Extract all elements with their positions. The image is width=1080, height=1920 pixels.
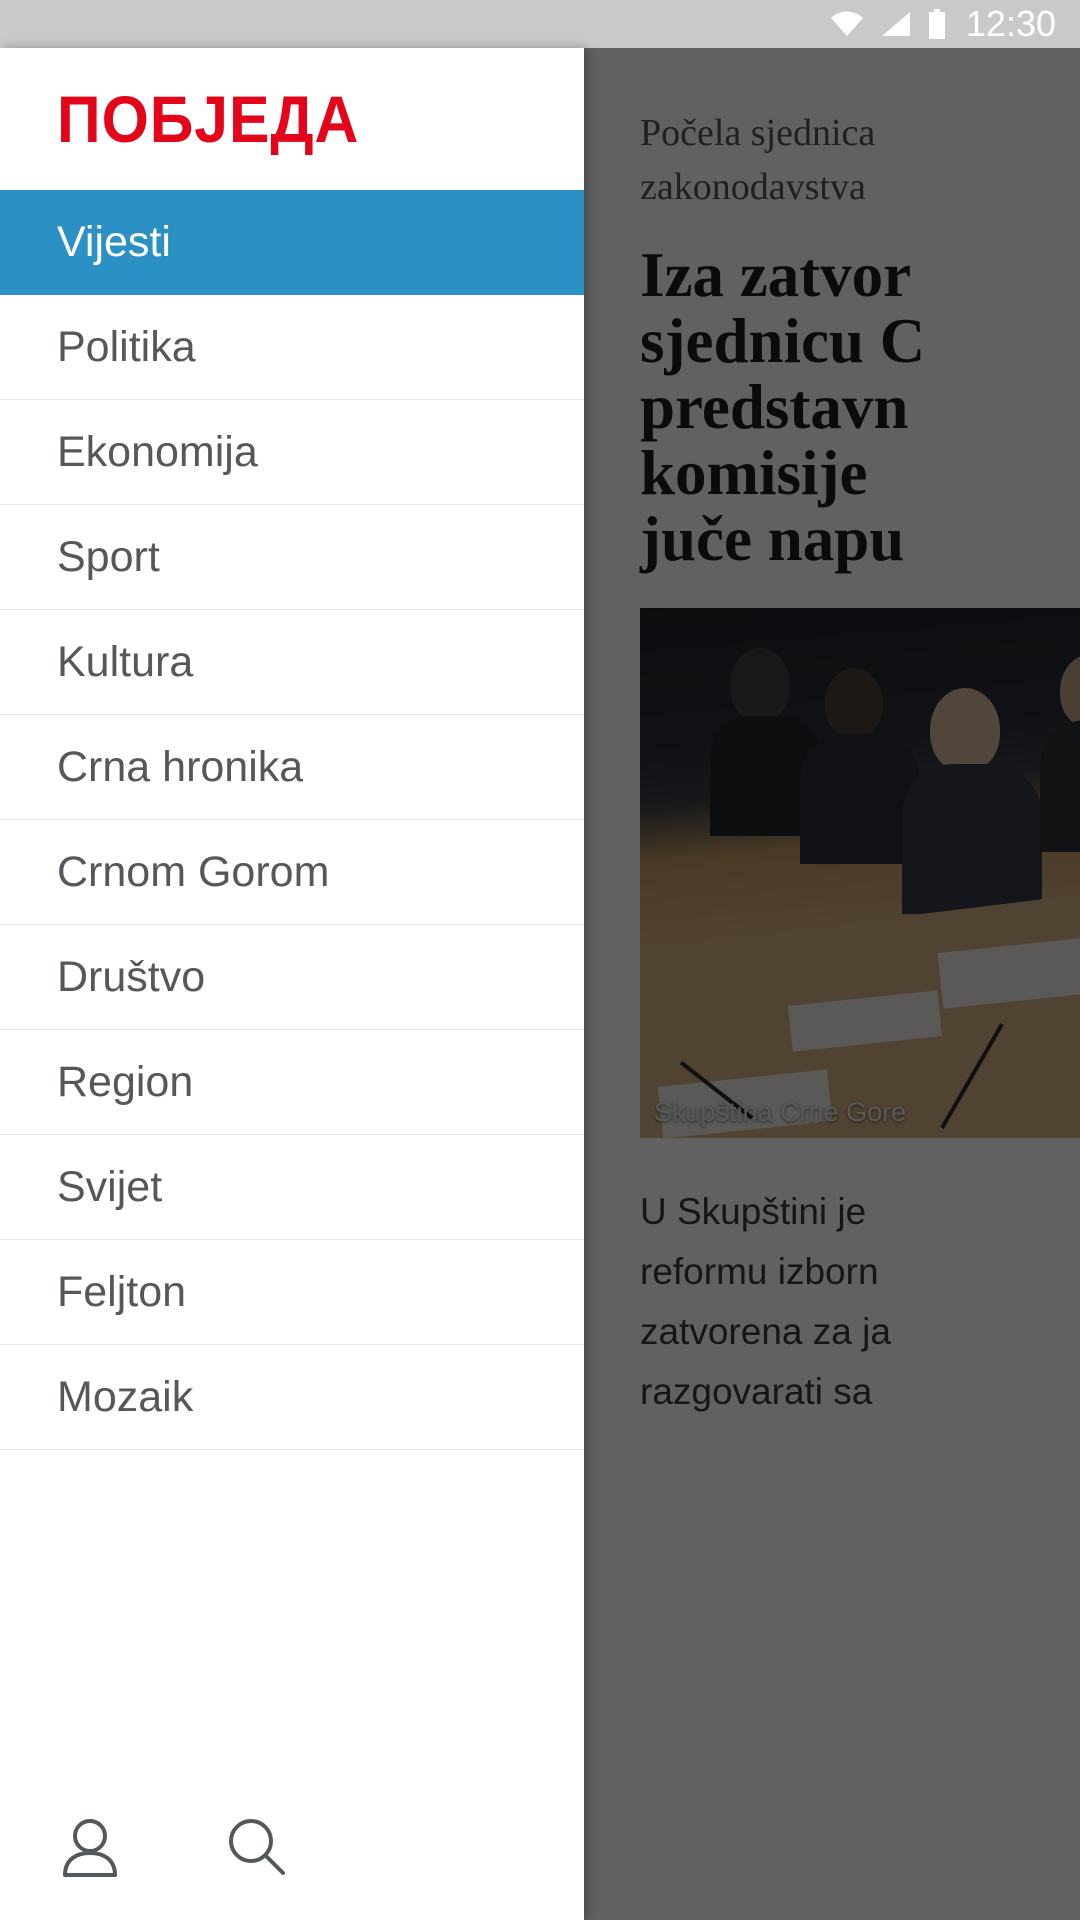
search-button[interactable]: [218, 1812, 294, 1888]
menu-item-label: Sport: [57, 532, 160, 581]
app-logo[interactable]: ПОБЈЕДА: [0, 48, 584, 190]
menu-item-mozaik[interactable]: Mozaik: [0, 1345, 584, 1450]
menu-item-label: Politika: [57, 322, 196, 371]
person-icon: [55, 1813, 125, 1888]
menu-item-label: Mozaik: [57, 1372, 194, 1421]
menu-item-ekonomija[interactable]: Ekonomija: [0, 400, 584, 505]
menu-item-label: Feljton: [57, 1267, 187, 1316]
menu-item-feljton[interactable]: Feljton: [0, 1240, 584, 1345]
navigation-drawer: ПОБЈЕДА Vijesti Politika Ekonomija Sport…: [0, 48, 584, 1920]
menu-item-region[interactable]: Region: [0, 1030, 584, 1135]
menu-item-crnom-gorom[interactable]: Crnom Gorom: [0, 820, 584, 925]
cell-signal-icon: [881, 11, 911, 37]
menu-item-label: Ekonomija: [57, 427, 258, 476]
drawer-scrim-overlay[interactable]: [584, 48, 1080, 1920]
menu-item-kultura[interactable]: Kultura: [0, 610, 584, 715]
drawer-bottom-bar: [0, 1780, 584, 1920]
menu-item-label: Region: [57, 1057, 194, 1106]
status-bar-clock: 12:30: [965, 3, 1056, 44]
app-screen: Počela sjednica zakonodavstva Iza zatvor…: [0, 0, 1080, 1920]
menu-item-label: Vijesti: [57, 217, 171, 266]
menu-item-crna-hronika[interactable]: Crna hronika: [0, 715, 584, 820]
menu-item-drustvo[interactable]: Društvo: [0, 925, 584, 1030]
menu-item-label: Crna hronika: [57, 742, 304, 791]
menu-item-label: Svijet: [57, 1162, 163, 1211]
menu-item-vijesti[interactable]: Vijesti: [0, 190, 584, 295]
menu-item-sport[interactable]: Sport: [0, 505, 584, 610]
menu-item-label: Kultura: [57, 637, 194, 686]
wifi-icon: [830, 11, 864, 37]
profile-button[interactable]: [52, 1812, 128, 1888]
menu-item-label: Društvo: [57, 952, 206, 1001]
menu-item-svijet[interactable]: Svijet: [0, 1135, 584, 1240]
search-icon: [221, 1813, 291, 1888]
logo-text: ПОБЈЕДА: [57, 82, 360, 156]
battery-icon: [928, 9, 946, 39]
menu-item-politika[interactable]: Politika: [0, 295, 584, 400]
menu-item-label: Crnom Gorom: [57, 847, 330, 896]
drawer-menu-list: Vijesti Politika Ekonomija Sport Kultura…: [0, 190, 584, 1450]
status-bar: 12:30: [0, 0, 1080, 48]
